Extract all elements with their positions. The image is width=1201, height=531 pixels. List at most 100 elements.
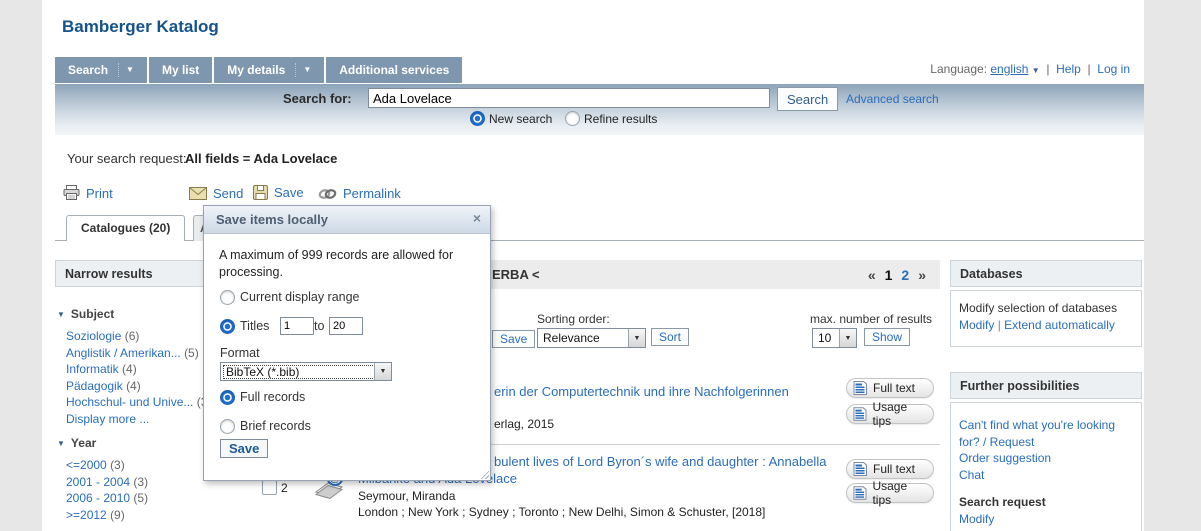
facet-link[interactable]: >=2012	[66, 508, 107, 522]
further-possibilities-box: Can't find what you're looking for? / Re…	[950, 402, 1142, 531]
current-display-range-radio[interactable]	[220, 290, 235, 305]
send-link[interactable]: Send	[213, 186, 243, 201]
search-request-subheader: Search request	[959, 494, 1133, 511]
facet-group-title: Year	[71, 436, 96, 450]
login-link[interactable]: Log in	[1097, 62, 1130, 76]
site-title: Bamberger Katalog	[62, 17, 219, 37]
show-button[interactable]: Show	[864, 328, 910, 346]
language-select[interactable]: english	[990, 62, 1028, 76]
tab-catalogues[interactable]: Catalogues (20)	[66, 215, 185, 241]
display-more-link[interactable]: Display more ...	[66, 412, 149, 426]
request-link[interactable]: Can't find what you're looking for? / Re…	[959, 417, 1131, 450]
save-link[interactable]: Save	[274, 185, 304, 200]
facet-count: (3)	[133, 475, 148, 489]
page-prev-arrow[interactable]: «	[868, 267, 876, 283]
permalink-link[interactable]: Permalink	[343, 186, 401, 201]
nav-tab-my-details[interactable]: My details ▼	[214, 57, 324, 83]
titles-radio[interactable]	[220, 319, 235, 334]
databases-extend-link[interactable]: Extend automatically	[1004, 318, 1115, 332]
result-2-usagetips-button[interactable]: Usage tips	[846, 483, 934, 503]
page-2-link[interactable]: 2	[901, 267, 909, 283]
page: Bamberger Katalog Search ▼ My list My de…	[42, 0, 1144, 531]
facet-link[interactable]: 2001 - 2004	[66, 475, 130, 489]
permalink-action[interactable]: Permalink	[318, 186, 401, 201]
result-2-checkbox[interactable]	[262, 480, 277, 495]
brief-records-label: Brief records	[240, 419, 311, 433]
help-link[interactable]: Help	[1056, 62, 1081, 76]
result-1-usagetips-button[interactable]: Usage tips	[846, 404, 934, 424]
chevron-down-icon[interactable]: ▼	[628, 329, 645, 347]
permalink-icon	[318, 188, 337, 200]
save-action[interactable]: Save	[253, 185, 304, 200]
nav-tab-my-list[interactable]: My list	[149, 57, 212, 83]
search-button[interactable]: Search	[777, 87, 838, 111]
chat-link[interactable]: Chat	[959, 467, 1133, 484]
results-save-button[interactable]: Save	[492, 330, 535, 348]
format-label: Format	[220, 346, 260, 360]
search-input[interactable]	[368, 88, 770, 108]
facet-link[interactable]: Informatik	[66, 362, 119, 376]
databases-box: Modify selection of databases Modify | E…	[950, 290, 1142, 347]
nav-tab-search[interactable]: Search ▼	[55, 57, 147, 83]
facet-count: (6)	[125, 329, 140, 343]
sort-button[interactable]: Sort	[651, 328, 689, 346]
chevron-down-icon[interactable]: ▼	[839, 329, 856, 347]
facet-link[interactable]: Pädagogik	[66, 379, 123, 393]
result-2-author: Seymour, Miranda	[358, 489, 455, 503]
facet-link[interactable]: Hochschul- und Unive...	[66, 395, 193, 409]
document-icon	[853, 486, 867, 500]
collapse-triangle-icon[interactable]: ▼	[57, 310, 65, 319]
chevron-down-icon[interactable]: ▼	[303, 57, 311, 83]
usagetips-label: Usage tips	[872, 400, 927, 428]
page-next-arrow[interactable]: »	[918, 267, 926, 283]
titles-label: Titles	[240, 319, 269, 333]
facet-link[interactable]: Anglistik / Amerikan...	[66, 346, 181, 360]
language-bar: Language: english ▼ | Help | Log in	[930, 62, 1130, 76]
print-link[interactable]: Print	[86, 186, 113, 201]
facet-link[interactable]: <=2000	[66, 458, 107, 472]
result-2-title-link[interactable]: bulent lives of Lord Byron´s wife and da…	[494, 454, 826, 469]
result-2-fulltext-button[interactable]: Full text	[846, 459, 934, 479]
search-for-label: Search for:	[283, 91, 352, 106]
document-icon	[853, 407, 867, 421]
separator: |	[1088, 62, 1091, 76]
collapse-triangle-icon[interactable]: ▼	[57, 439, 65, 448]
new-search-label: New search	[489, 112, 552, 126]
sorting-order-select[interactable]: Relevance ▼	[537, 328, 646, 348]
order-suggestion-link[interactable]: Order suggestion	[959, 450, 1133, 467]
save-items-dialog: Save items locally × A maximum of 999 re…	[203, 205, 491, 481]
refine-results-label: Refine results	[584, 112, 657, 126]
result-1-title-link[interactable]: erin der Computertechnik und ihre Nachfo…	[494, 384, 789, 399]
send-action[interactable]: Send	[189, 186, 243, 201]
max-results-select[interactable]: 10 ▼	[812, 328, 857, 348]
titles-from-input[interactable]	[280, 317, 314, 335]
search-panel: Search for: Search Advanced search New s…	[55, 84, 1144, 135]
new-search-radio[interactable]	[470, 111, 485, 126]
facet-link[interactable]: 2006 - 2010	[66, 491, 130, 505]
refine-results-radio[interactable]	[565, 111, 580, 126]
resize-handle-icon[interactable]	[478, 468, 489, 479]
full-records-radio[interactable]	[220, 390, 235, 405]
search-request-modify-link[interactable]: Modify	[959, 511, 1133, 528]
search-request-value: All fields = Ada Lovelace	[185, 151, 337, 166]
usagetips-label: Usage tips	[872, 479, 927, 507]
fulltext-label: Full text	[873, 381, 915, 395]
chevron-down-icon[interactable]: ▼	[374, 363, 391, 380]
brief-records-radio[interactable]	[220, 419, 235, 434]
advanced-search-link[interactable]: Advanced search	[846, 92, 939, 106]
facet-link[interactable]: Soziologie	[66, 329, 121, 343]
facet-item: >=2012 (9)	[66, 507, 245, 524]
dialog-titlebar[interactable]: Save items locally ×	[204, 206, 490, 234]
databases-modify-link[interactable]: Modify	[959, 318, 994, 332]
separator: |	[998, 318, 1001, 332]
close-icon[interactable]: ×	[473, 210, 481, 226]
result-1-fulltext-button[interactable]: Full text	[846, 378, 934, 398]
format-select[interactable]: BibTeX (*.bib) ▼	[220, 362, 392, 381]
titles-to-input[interactable]	[329, 317, 363, 335]
dialog-save-button[interactable]: Save	[220, 439, 268, 458]
chevron-down-icon[interactable]: ▼	[1032, 66, 1040, 75]
chevron-down-icon[interactable]: ▼	[126, 57, 134, 83]
print-action[interactable]: Print	[63, 185, 113, 201]
document-icon	[853, 381, 868, 395]
nav-tab-additional-services[interactable]: Additional services	[326, 57, 462, 83]
